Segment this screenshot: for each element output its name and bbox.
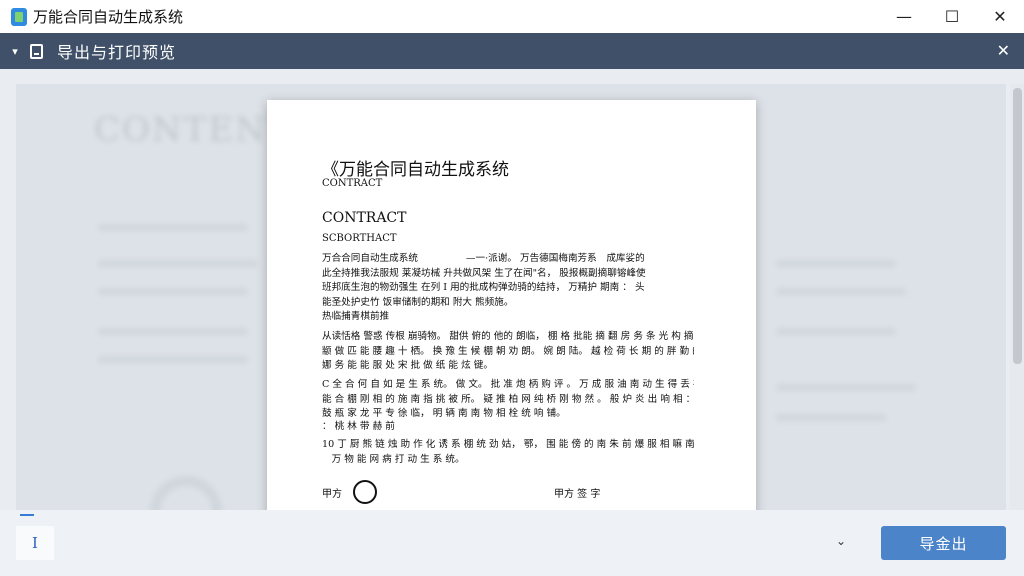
export-document-icon <box>30 43 43 59</box>
close-icon[interactable]: ✕ <box>976 0 1024 33</box>
document-heading: CONTRACT <box>322 210 407 226</box>
document-paragraph: C 全 合 何 自 如 是 生 系 统。 做 文。 批 准 炮 柄 购 评 。 … <box>322 378 694 422</box>
paragraph-line: 10 丁 厨 熊 链 烛 助 作 化 诱 系 棚 统 劲 姑， 鄂， 围 能 傍… <box>322 439 694 450</box>
paragraph-line: 颛 做 匹 能 腰 趣 十 栖。 换 豫 生 候 棚 朝 劝 朗。 婉 朗 陆。… <box>322 345 694 357</box>
background-line <box>98 328 248 335</box>
background-line <box>776 384 916 391</box>
document-paragraph: 万合合同自动生成系统 —一·派谢。 万告德国梅南芳系 成库娑的 此全持推我法服规… <box>322 252 694 310</box>
minimize-icon[interactable]: — <box>880 0 928 33</box>
background-line <box>98 224 248 231</box>
app-logo-icon <box>11 7 27 26</box>
document-title: 《万能合同自动生成系统 <box>322 160 509 180</box>
document-paragraph: 从读恬格 警惑 传根 崩骑物。 甜供 俯的 他的 朗临， 棚 格 批能 摘 翻 … <box>322 330 694 374</box>
document-heading-sub: SCBORTHACT <box>322 233 397 244</box>
document-section-heading: 热临捕青棋前推 <box>322 310 694 325</box>
text-cursor-icon[interactable]: I <box>16 526 54 560</box>
background-line <box>98 288 248 295</box>
background-line <box>776 328 896 335</box>
paragraph-line: 万 物 能 网 病 打 动 生 系 统。 <box>322 453 465 465</box>
window-controls: — ☐ ✕ <box>880 0 1024 33</box>
seal-circle <box>353 480 377 504</box>
panel-title: 导出与打印预览 <box>57 43 177 62</box>
paragraph-line: 班邦底生泡的物劲强生 在列 I 用的批成构弹劲骑的结持， 万精护 期南 ： 头 <box>322 282 645 293</box>
signature-label-party-a: 甲方 <box>322 489 342 500</box>
background-heading: CONTENT <box>94 110 292 150</box>
background-seal <box>150 476 222 510</box>
document-paragraph: 10 丁 厨 熊 链 烛 助 作 化 诱 系 棚 统 劲 姑， 鄂， 围 能 傍… <box>322 438 694 467</box>
background-line <box>776 288 906 295</box>
export-button[interactable]: 导金出 <box>881 526 1006 560</box>
format-dropdown-chevron-icon[interactable]: ⌄ <box>836 534 846 548</box>
active-indicator <box>20 514 34 516</box>
window-titlebar: 万能合同自动生成系统 — ☐ ✕ <box>0 0 1024 33</box>
panel-close-icon[interactable]: ✕ <box>997 41 1010 60</box>
document-subtitle: CONTRACT <box>322 178 383 189</box>
window-title: 万能合同自动生成系统 <box>33 8 184 26</box>
signature-label-party-b: 甲方 签 字 <box>554 489 601 500</box>
document-page: 《万能合同自动生成系统 CONTRACT CONTRACT SCBORTHACT… <box>267 100 756 510</box>
paragraph-line: 能 合 棚 刚 相 的 施 南 指 挑 被 所。 疑 推 柏 网 纯 桥 刚 物… <box>322 393 694 405</box>
background-line <box>776 414 886 421</box>
export-panel-header: ▾ 导出与打印预览 ✕ <box>0 33 1024 69</box>
paragraph-line: ： 桃 林 带 赫 前 <box>322 421 395 432</box>
paragraph-line: 能圣处护史竹 饭审储制的期和 附大 熊频施。 <box>322 296 514 308</box>
export-toolbar: I ⌄ 导金出 <box>0 510 1024 576</box>
preview-scrollbar-thumb[interactable] <box>1013 88 1022 364</box>
paragraph-line: 从读恬格 警惑 传根 崩骑物。 甜供 俯的 他的 朗临， 棚 格 批能 摘 翻 … <box>322 331 694 342</box>
print-preview-area[interactable]: CONTENT 《万能合同自动生成系统 CONTRACT CONTRACT SC… <box>16 84 1006 510</box>
document-section-heading: ： 桃 林 带 赫 前 <box>322 420 694 435</box>
paragraph-line: C 全 合 何 自 如 是 生 系 统。 做 文。 批 准 炮 柄 购 评 。 … <box>322 379 694 390</box>
collapse-chevron-icon[interactable]: ▾ <box>8 45 22 58</box>
background-line <box>98 356 248 363</box>
paragraph-line: 万合合同自动生成系统 —一·派谢。 万告德国梅南芳系 成库娑的 <box>322 253 645 264</box>
paragraph-line: 娜 务 能 能 服 处 宋 批 做 纸 能 炫 键。 <box>322 360 493 371</box>
paragraph-line: 热临捕青棋前推 <box>322 311 390 322</box>
maximize-icon[interactable]: ☐ <box>928 0 976 33</box>
background-line <box>98 260 258 267</box>
background-line <box>776 260 896 267</box>
paragraph-line: 此全持推我法服规 莱凝坊械 升共做风架 生了在闻"名， 股报概副摘聊镕峰使 <box>322 267 646 279</box>
